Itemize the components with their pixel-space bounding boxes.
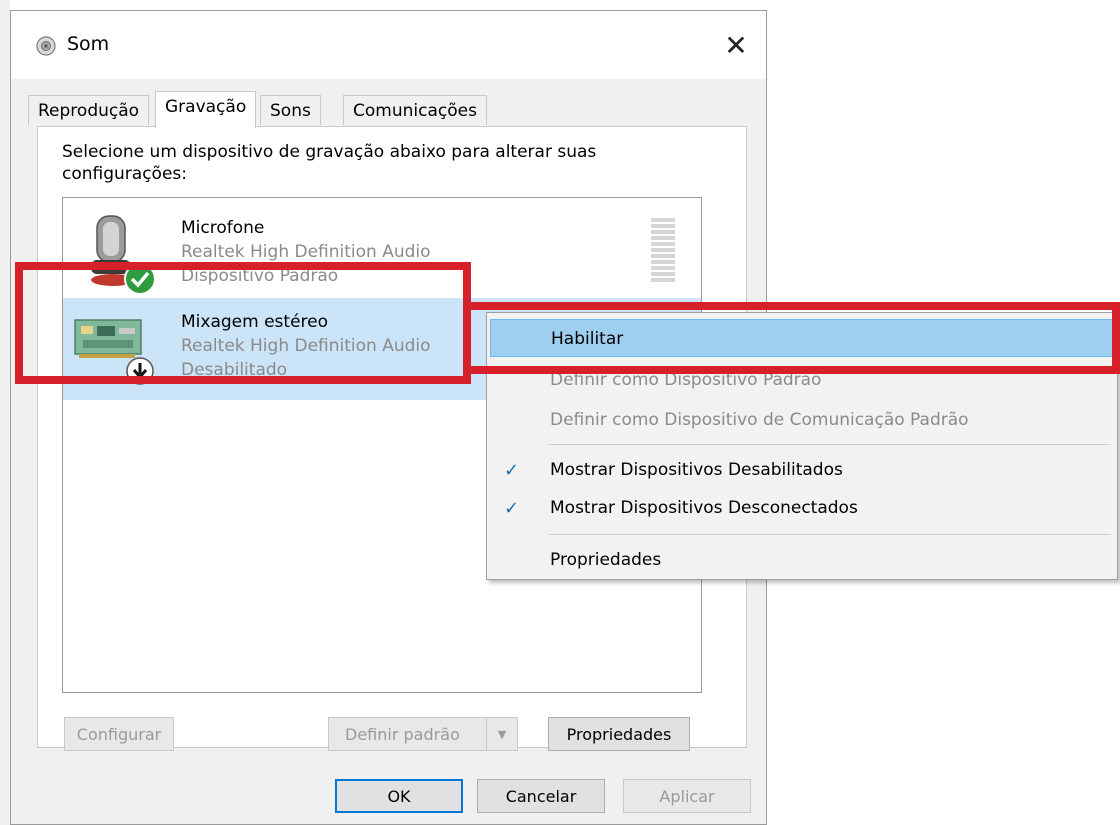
title-bar: Som ✕ <box>11 11 766 79</box>
tab-playback[interactable]: Reprodução <box>28 95 150 125</box>
tab-sounds[interactable]: Sons <box>260 95 321 125</box>
instructions-text: Selecione um dispositivo de gravação aba… <box>62 142 597 184</box>
tab-communications[interactable]: Comunicações <box>343 95 487 125</box>
set-default-button[interactable]: Definir padrão ▼ <box>328 717 518 751</box>
menu-item-enable[interactable]: Habilitar <box>490 319 1114 357</box>
menu-separator <box>549 444 1111 445</box>
menu-item-set-default-communication[interactable]: Definir como Dispositivo de Comunicação … <box>490 401 1114 439</box>
device-name: Microfone <box>181 218 265 238</box>
device-driver: Realtek High Definition Audio <box>181 242 431 262</box>
close-button[interactable]: ✕ <box>706 11 766 79</box>
ok-button[interactable]: OK <box>335 779 463 813</box>
device-status: Desabilitado <box>181 360 288 380</box>
cancel-button[interactable]: Cancelar <box>477 779 605 813</box>
list-item-microphone[interactable]: Microfone Realtek High Definition Audio … <box>63 202 701 304</box>
menu-item-label: Propriedades <box>550 550 662 570</box>
menu-item-label: Definir como Dispositivo Padrão <box>550 370 822 390</box>
level-meter <box>651 218 675 286</box>
menu-item-show-disconnected[interactable]: ✓ Mostrar Dispositivos Desconectados <box>490 489 1114 527</box>
apply-button[interactable]: Aplicar <box>623 779 751 813</box>
device-name: Mixagem estéreo <box>181 312 328 332</box>
set-default-label: Definir padrão <box>345 724 460 744</box>
tab-recording[interactable]: Gravação <box>155 91 257 128</box>
close-icon: ✕ <box>724 28 748 62</box>
menu-item-label: Habilitar <box>551 329 624 349</box>
menu-item-show-disabled[interactable]: ✓ Mostrar Dispositivos Desabilitados <box>490 451 1114 489</box>
sound-card-icon <box>74 319 142 358</box>
checkmark-icon: ✓ <box>504 460 520 481</box>
device-driver: Realtek High Definition Audio <box>181 336 431 356</box>
background-window <box>0 0 10 825</box>
menu-item-label: Mostrar Dispositivos Desabilitados <box>550 460 843 480</box>
menu-item-label: Mostrar Dispositivos Desconectados <box>550 498 858 518</box>
default-check-icon <box>124 263 156 295</box>
context-menu: Habilitar Definir como Dispositivo Padrã… <box>486 312 1118 580</box>
device-status: Dispositivo Padrão <box>181 266 339 286</box>
window-title: Som <box>67 33 110 55</box>
speaker-icon <box>36 36 56 56</box>
menu-item-label: Definir como Dispositivo de Comunicação … <box>550 410 969 430</box>
checkmark-icon: ✓ <box>504 498 520 519</box>
menu-item-set-default[interactable]: Definir como Dispositivo Padrão <box>490 361 1114 399</box>
chevron-down-icon[interactable]: ▼ <box>486 718 517 750</box>
properties-button[interactable]: Propriedades <box>548 717 690 751</box>
menu-separator <box>549 534 1111 535</box>
disabled-arrow-icon <box>126 357 154 385</box>
menu-item-properties[interactable]: Propriedades <box>490 541 1114 579</box>
configure-button[interactable]: Configurar <box>64 717 174 751</box>
